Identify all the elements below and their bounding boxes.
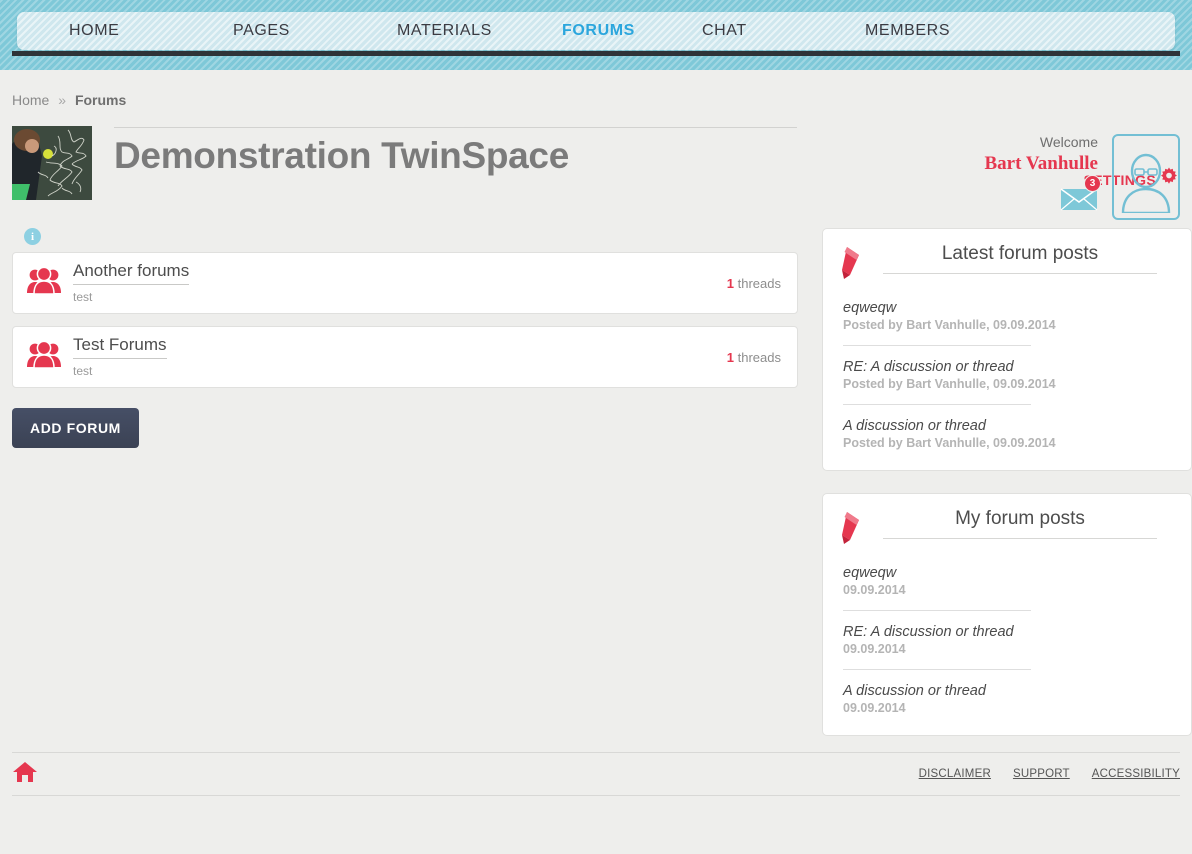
post-title[interactable]: RE: A discussion or thread bbox=[843, 624, 1175, 640]
user-welcome-block: Welcome Bart Vanhulle 3 bbox=[984, 134, 1180, 220]
page-body: Home » Forums SETTINGS Demonstration Twi… bbox=[0, 70, 1192, 796]
list-item[interactable]: RE: A discussion or thread 09.09.2014 bbox=[839, 624, 1175, 656]
nav-item-members[interactable]: MEMBERS bbox=[865, 22, 950, 40]
panel-header: My forum posts bbox=[839, 508, 1175, 551]
forum-title-link[interactable]: Another forums bbox=[73, 261, 190, 285]
list-item[interactable]: A discussion or thread 09.09.2014 bbox=[839, 683, 1175, 715]
post-meta: 09.09.2014 bbox=[843, 583, 906, 597]
nav-item-materials[interactable]: MATERIALS bbox=[397, 22, 562, 40]
welcome-text: Welcome Bart Vanhulle 3 bbox=[984, 134, 1101, 215]
footer-link-disclaimer[interactable]: DISCLAIMER bbox=[919, 768, 991, 780]
list-item[interactable]: A discussion or thread Posted by Bart Va… bbox=[839, 418, 1175, 450]
footer-links: DISCLAIMER SUPPORT ACCESSIBILITY bbox=[919, 768, 1180, 780]
footer-content: DISCLAIMER SUPPORT ACCESSIBILITY bbox=[12, 753, 1180, 795]
list-divider bbox=[843, 345, 1032, 346]
table-row[interactable]: Test Forums test 1 threads bbox=[12, 326, 798, 388]
nav-items-container: HOME PAGES MATERIALS FORUMS CHAT MEMBERS bbox=[17, 12, 1175, 50]
breadcrumb-separator: » bbox=[58, 92, 67, 108]
thread-count-number: 1 bbox=[726, 275, 734, 291]
forum-texts: Another forums test bbox=[73, 261, 727, 304]
user-name-link[interactable]: Bart Vanhulle bbox=[984, 153, 1098, 175]
title-top-rule bbox=[114, 127, 797, 128]
post-title[interactable]: A discussion or thread bbox=[843, 683, 1175, 699]
footer-link-support[interactable]: SUPPORT bbox=[1013, 768, 1070, 780]
post-title[interactable]: RE: A discussion or thread bbox=[843, 359, 1175, 375]
pencil-icon bbox=[839, 243, 883, 286]
nav-item-chat[interactable]: CHAT bbox=[702, 22, 865, 40]
user-avatar-icon bbox=[1117, 147, 1175, 218]
sidebar-panels: Latest forum posts eqweqw Posted by Bart… bbox=[822, 228, 1192, 758]
forum-thread-count: 1 threads bbox=[727, 276, 781, 291]
list-item[interactable]: eqweqw Posted by Bart Vanhulle, 09.09.20… bbox=[839, 300, 1175, 332]
post-meta: Posted by Bart Vanhulle, 09.09.2014 bbox=[843, 318, 1056, 332]
forum-group-icon bbox=[27, 266, 73, 300]
page-footer: DISCLAIMER SUPPORT ACCESSIBILITY bbox=[0, 752, 1192, 796]
breadcrumb-current-forums: Forums bbox=[74, 92, 127, 108]
nav-item-home[interactable]: HOME bbox=[69, 22, 233, 40]
forum-description: test bbox=[73, 363, 93, 378]
footer-link-accessibility[interactable]: ACCESSIBILITY bbox=[1092, 768, 1180, 780]
panel-title-wrap: My forum posts bbox=[883, 508, 1175, 539]
space-header: Demonstration TwinSpace Welcome Bart Van… bbox=[12, 126, 1180, 220]
forum-thread-count: 1 threads bbox=[727, 350, 781, 365]
mail-icon-wrap: 3 bbox=[1060, 175, 1101, 215]
panel-title-wrap: Latest forum posts bbox=[883, 243, 1175, 274]
panel-latest-forum-posts: Latest forum posts eqweqw Posted by Bart… bbox=[822, 228, 1192, 471]
post-title[interactable]: eqweqw bbox=[843, 565, 1175, 581]
breadcrumb-link-home[interactable]: Home bbox=[12, 92, 49, 108]
forum-description: test bbox=[73, 289, 93, 304]
post-meta: Posted by Bart Vanhulle, 09.09.2014 bbox=[843, 377, 1056, 391]
pencil-icon bbox=[839, 508, 883, 551]
list-divider bbox=[843, 669, 1032, 670]
breadcrumb: Home » Forums bbox=[12, 70, 1180, 108]
envelope-icon bbox=[1060, 188, 1098, 215]
list-item[interactable]: eqweqw 09.09.2014 bbox=[839, 565, 1175, 597]
forum-texts: Test Forums test bbox=[73, 335, 727, 378]
nav-bottom-rule bbox=[12, 51, 1180, 56]
info-row: i bbox=[12, 228, 798, 252]
post-title[interactable]: eqweqw bbox=[843, 300, 1175, 316]
panel-my-forum-posts: My forum posts eqweqw 09.09.2014 RE: A d… bbox=[822, 493, 1192, 736]
thread-count-number: 1 bbox=[726, 349, 734, 365]
forums-column: i Another forums test 1 threads Test For… bbox=[12, 228, 798, 448]
add-forum-button[interactable]: ADD FORUM bbox=[12, 408, 139, 448]
panel-header: Latest forum posts bbox=[839, 243, 1175, 286]
thread-count-label: threads bbox=[737, 349, 781, 365]
panel-title-rule bbox=[883, 273, 1157, 274]
list-item[interactable]: RE: A discussion or thread Posted by Bar… bbox=[839, 359, 1175, 391]
welcome-label: Welcome bbox=[1039, 134, 1098, 150]
messages-button[interactable]: 3 bbox=[984, 175, 1101, 215]
nav-item-pages[interactable]: PAGES bbox=[233, 22, 397, 40]
post-meta: Posted by Bart Vanhulle, 09.09.2014 bbox=[843, 436, 1056, 450]
panel-title-rule bbox=[883, 538, 1157, 539]
table-row[interactable]: Another forums test 1 threads bbox=[12, 252, 798, 314]
avatar[interactable] bbox=[1112, 134, 1180, 220]
forum-title-link[interactable]: Test Forums bbox=[73, 335, 167, 359]
main-content: i Another forums test 1 threads Test For… bbox=[12, 228, 1192, 758]
top-navigation-bar: HOME PAGES MATERIALS FORUMS CHAT MEMBERS bbox=[0, 0, 1192, 70]
thread-count-label: threads bbox=[737, 275, 781, 291]
nav-item-forums[interactable]: FORUMS bbox=[562, 22, 702, 40]
panel-title: Latest forum posts bbox=[941, 243, 1099, 264]
space-thumbnail bbox=[12, 126, 92, 200]
post-title[interactable]: A discussion or thread bbox=[843, 418, 1175, 434]
list-divider bbox=[843, 404, 1032, 405]
post-meta: 09.09.2014 bbox=[843, 701, 906, 715]
info-icon[interactable]: i bbox=[24, 228, 41, 245]
footer-bottom-rule bbox=[12, 795, 1180, 796]
messages-badge: 3 bbox=[1084, 175, 1101, 192]
list-divider bbox=[843, 610, 1032, 611]
panel-title: My forum posts bbox=[955, 508, 1085, 529]
forum-group-icon bbox=[27, 340, 73, 374]
post-meta: 09.09.2014 bbox=[843, 642, 906, 656]
home-icon[interactable] bbox=[12, 760, 38, 789]
